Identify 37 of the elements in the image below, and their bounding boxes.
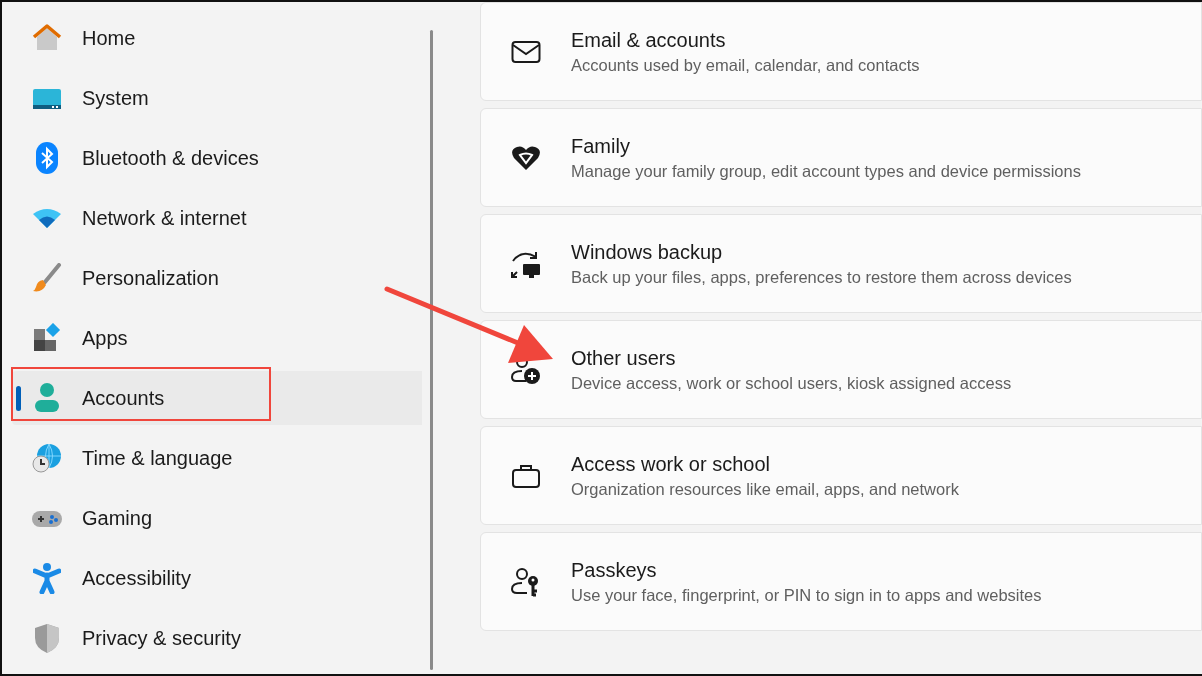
sidebar-item[interactable]: Accounts — [12, 371, 422, 425]
card-description: Back up your files, apps, preferences to restore them across devices — [571, 267, 1072, 287]
card-title: Passkeys — [571, 558, 658, 582]
selection-indicator — [16, 386, 21, 411]
monitor-icon — [30, 86, 64, 110]
mail-icon — [509, 39, 543, 64]
sidebar-item[interactable]: Privacy & security — [12, 611, 422, 665]
sidebar-item[interactable]: Home — [12, 11, 422, 65]
sidebar-item[interactable]: Network & internet — [12, 191, 422, 245]
scrollbar[interactable] — [430, 30, 433, 670]
card-description: Accounts used by email, calendar, and contacts — [571, 55, 920, 75]
sidebar-item[interactable]: Time & language — [12, 431, 422, 485]
card-title: Other users — [571, 346, 677, 370]
accessibility-icon — [30, 562, 64, 594]
card-description: Organization resources like email, apps, and network — [571, 479, 959, 499]
settings-card[interactable]: Email & accounts Accounts used by email, calendar, and contacts — [480, 2, 1202, 101]
settings-card[interactable]: Other users Device access, work or school users, kiosk assigned access — [480, 320, 1202, 419]
sidebar-item[interactable]: Accessibility — [12, 551, 422, 605]
card-title: Email & accounts — [571, 28, 727, 52]
globe-clock-icon — [30, 442, 64, 474]
sidebar-item[interactable]: System — [12, 71, 422, 125]
sidebar-item[interactable]: Apps — [12, 311, 422, 365]
card-description: Device access, work or school users, kiosk assigned access — [571, 373, 1012, 393]
card-description: Use your face, fingerprint, or PIN to sign in to apps and websites — [571, 585, 1042, 605]
card-title: Family — [571, 134, 631, 158]
settings-card[interactable]: Windows backup Back up your files, apps, preferences to restore them across devices — [480, 214, 1202, 313]
settings-card[interactable]: Access work or school Organization resources like email, apps, and network — [480, 426, 1202, 525]
sidebar-item[interactable]: Personalization — [12, 251, 422, 305]
settings-card[interactable]: Passkeys Use your face, fingerprint, or PIN to sign in to apps and websites — [480, 532, 1202, 631]
card-title: Access work or school — [571, 452, 771, 476]
heart-icon — [509, 143, 543, 172]
sidebar-item[interactable]: Bluetooth & devices — [12, 131, 422, 185]
card-title: Windows backup — [571, 240, 724, 264]
sidebar-item[interactable]: Gaming — [12, 491, 422, 545]
briefcase-icon — [509, 462, 543, 489]
settings-card[interactable]: Family Manage your family group, edit account types and device permissions — [480, 108, 1202, 207]
card-description: Manage your family group, edit account types and device permissions — [571, 161, 1081, 181]
